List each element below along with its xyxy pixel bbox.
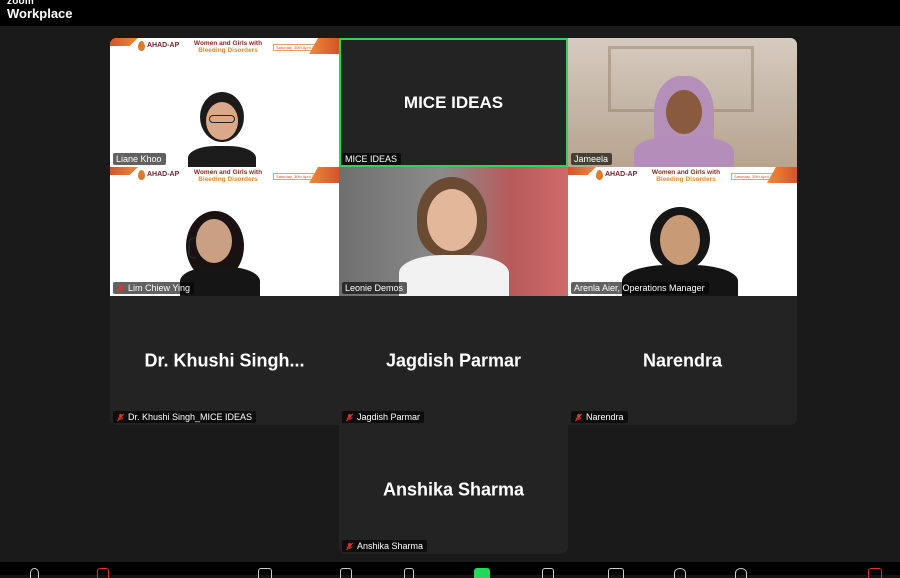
title-bar: zoom Workplace [0,0,900,26]
chat-button-icon[interactable] [340,568,352,578]
participant-display-name: Narendra [642,350,723,370]
participant-name-label: Liane Khoo [113,153,166,165]
participant-tile-lim-chiew-ying[interactable]: AHAD-AP Women and Girls with Bleeding Dis… [110,167,339,296]
banner-title: Women and Girls with Bleeding Disorders [193,169,263,183]
participant-tile-arenla-aier[interactable]: AHAD-AP Women and Girls with Bleeding Dis… [568,167,797,296]
ahad-logo: AHAD-AP [138,41,179,51]
webinar-banner: AHAD-AP Women and Girls with Bleeding Dis… [110,38,339,60]
banner-title: Women and Girls with Bleeding Disorders [651,169,721,183]
apps-button-icon[interactable] [674,568,686,578]
participant-tile-mice-ideas[interactable]: MICE IDEAS MICE IDEAS [339,38,568,167]
workplace-logo: Workplace [7,6,73,21]
participant-name-label: Lim Chiew Ying [113,282,195,294]
mic-muted-icon [574,413,583,421]
mic-muted-icon [116,284,125,292]
ahad-logo: AHAD-AP [596,170,637,180]
gallery-view: AHAD-AP Women and Girls with Bleeding Dis… [0,26,900,562]
participant-display-name: MICE IDEAS [403,92,504,112]
participant-tile-jameela[interactable]: Jameela [568,38,797,167]
participant-name-label: Dr. Khushi Singh_MICE IDEAS [113,411,257,423]
participant-tile-leonie-demos[interactable]: Leonie Demos [339,167,568,296]
banner-title: Women and Girls with Bleeding Disorders [193,40,263,54]
participant-display-name: Jagdish Parmar [385,350,522,370]
participant-tile-liane-khoo[interactable]: AHAD-AP Women and Girls with Bleeding Dis… [110,38,339,167]
participant-name-label: MICE IDEAS [342,153,402,165]
participant-name-label: Leonie Demos [342,282,408,294]
participant-tile-jagdish-parmar[interactable]: Jagdish Parmar Jagdish Parmar [339,296,568,425]
mic-muted-icon [345,542,354,550]
participant-tile-narendra[interactable]: Narendra Narendra [568,296,797,425]
mic-muted-icon [116,413,125,421]
share-screen-button-icon[interactable] [474,568,490,578]
ahad-logo: AHAD-AP [138,170,179,180]
participant-name-label: Anshika Sharma [342,540,428,552]
participant-name-label: Arenla Aier, Operations Manager [571,282,709,294]
participant-display-name: Dr. Khushi Singh... [144,350,305,370]
webinar-banner: AHAD-AP Women and Girls with Bleeding Dis… [568,167,797,189]
more-button-icon[interactable] [735,568,747,578]
participant-tile-khushi-singh[interactable]: Dr. Khushi Singh... Dr. Khushi Singh_MIC… [110,296,339,425]
participant-name-label: Jagdish Parmar [342,411,425,423]
participants-button-icon[interactable] [258,568,272,578]
participant-display-name: Anshika Sharma [382,479,525,499]
participant-tile-anshika-sharma[interactable]: Anshika Sharma Anshika Sharma [339,425,568,554]
mic-muted-icon [345,413,354,421]
mic-button-icon[interactable] [30,568,39,578]
meeting-toolbar [0,562,900,578]
leave-button-icon[interactable] [868,568,882,578]
participant-name-label: Jameela [571,153,613,165]
captions-button-icon[interactable] [608,568,624,578]
webinar-banner: AHAD-AP Women and Girls with Bleeding Dis… [110,167,339,189]
record-button-icon[interactable] [542,568,554,578]
participant-name-label: Narendra [571,411,628,423]
video-button-icon[interactable] [97,568,109,578]
react-button-icon[interactable] [404,568,414,578]
